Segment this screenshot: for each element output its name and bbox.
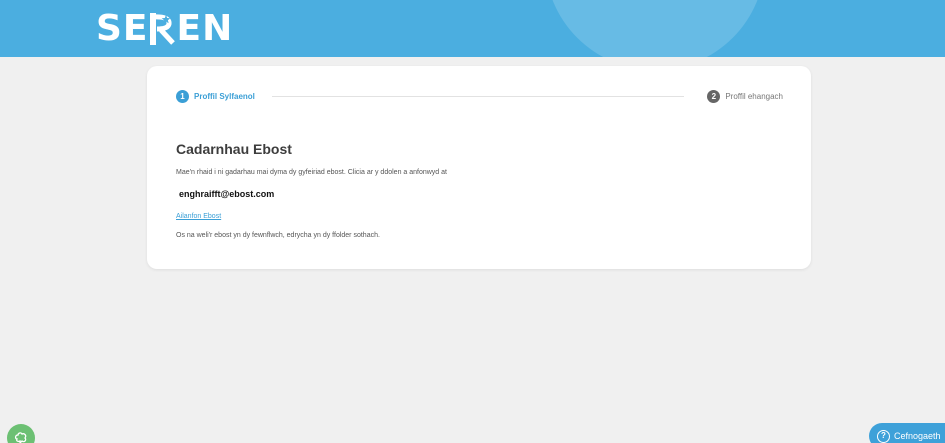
page: SE EN 1 Proffil Sylfaenol 2 Proffil ehan… — [0, 0, 945, 443]
step-number-badge: 2 — [707, 89, 721, 103]
header-bar: SE EN — [0, 0, 945, 57]
step-number-badge: 1 — [176, 89, 189, 103]
header-decoration — [545, 0, 765, 57]
help-button[interactable]: ? Cefnogaeth — [869, 423, 945, 443]
question-icon: ? — [877, 429, 890, 443]
seren-logo[interactable]: SE EN — [96, 9, 233, 49]
stepper-connector — [272, 96, 684, 97]
logo-text-end: EN — [176, 8, 234, 49]
brain-icon-glyph — [14, 432, 27, 443]
logo-r-star-icon — [149, 13, 175, 45]
brain-icon[interactable] — [7, 424, 35, 443]
help-label: Cefnogaeth — [894, 431, 941, 441]
instruction-text: Mae'n rhaid i ni gadarhau mai dyma dy gy… — [176, 169, 447, 176]
logo-text-start: SE — [96, 8, 149, 49]
email-address: enghraifft@ebost.com — [179, 189, 275, 199]
step-label: Proffil ehangach — [725, 91, 783, 101]
page-title: Cadarnhau Ebost — [176, 141, 292, 157]
spam-hint-text: Os na weli'r ebost yn dy fewnflwch, edry… — [176, 232, 380, 239]
resend-email-link[interactable]: Ailanfon Ebost — [176, 212, 221, 222]
step-basic-profile[interactable]: 1 Proffil Sylfaenol — [176, 88, 255, 104]
card-content: Cadarnhau Ebost Mae'n rhaid i ni gadarha… — [176, 140, 776, 241]
profile-stepper: 1 Proffil Sylfaenol 2 Proffil ehangach — [176, 88, 783, 104]
step-extended-profile[interactable]: 2 Proffil ehangach — [707, 88, 783, 104]
verification-card: 1 Proffil Sylfaenol 2 Proffil ehangach C… — [147, 66, 811, 269]
step-label: Proffil Sylfaenol — [194, 91, 255, 101]
